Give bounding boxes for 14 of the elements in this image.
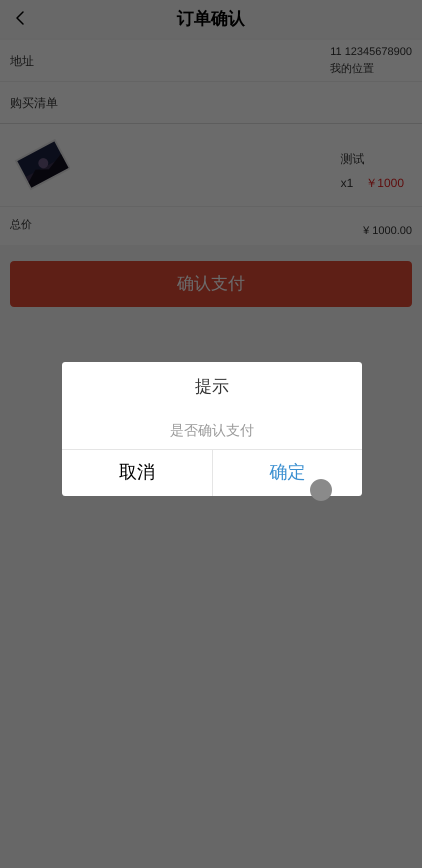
cancel-button[interactable]: 取消 xyxy=(62,450,212,496)
page-title: 订单确认 xyxy=(177,8,245,30)
product-quantity: x1 xyxy=(340,175,354,192)
product-price: ￥1000 xyxy=(365,175,404,192)
address-label: 地址 xyxy=(10,52,34,70)
total-amount: ¥ 1000.00 xyxy=(363,224,412,239)
product-name: 测试 xyxy=(340,151,366,168)
address-location: 我的位置 xyxy=(330,62,374,76)
cart-label: 购买清单 xyxy=(10,94,58,112)
confirm-pay-button[interactable]: 确认支付 xyxy=(10,261,412,307)
total-label: 总价 xyxy=(10,218,32,233)
dialog-message: 是否确认支付 xyxy=(170,420,254,440)
address-contact: 11 12345678900 xyxy=(330,45,412,60)
dialog-title: 提示 xyxy=(195,376,229,398)
